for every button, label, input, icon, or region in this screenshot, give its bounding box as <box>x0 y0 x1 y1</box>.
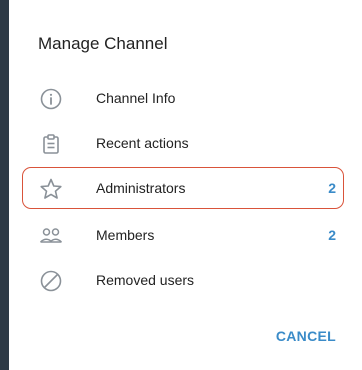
menu-item-recent-actions[interactable]: Recent actions <box>9 122 362 166</box>
dialog-title: Manage Channel <box>38 34 168 53</box>
menu-item-label: Administrators <box>96 180 186 196</box>
administrators-count: 2 <box>328 180 336 196</box>
star-icon <box>39 177 63 201</box>
info-icon <box>39 87 63 111</box>
menu-item-label: Members <box>96 227 155 243</box>
menu-item-administrators[interactable]: Administrators 2 <box>9 167 362 211</box>
menu-item-removed-users[interactable]: Removed users <box>9 259 362 303</box>
blocked-icon <box>39 269 63 293</box>
menu-item-members[interactable]: Members 2 <box>9 214 362 258</box>
menu-item-label: Recent actions <box>96 135 189 151</box>
menu-item-label: Channel Info <box>96 90 176 106</box>
menu-item-label: Removed users <box>96 272 195 288</box>
clipboard-icon <box>39 132 63 156</box>
manage-channel-dialog: Manage Channel Channel Info Recent actio… <box>9 0 362 370</box>
members-icon <box>39 224 63 248</box>
cancel-button[interactable]: CANCEL <box>276 328 336 344</box>
members-count: 2 <box>328 227 336 243</box>
background-window-edge <box>0 0 9 370</box>
menu-item-channel-info[interactable]: Channel Info <box>9 77 362 121</box>
